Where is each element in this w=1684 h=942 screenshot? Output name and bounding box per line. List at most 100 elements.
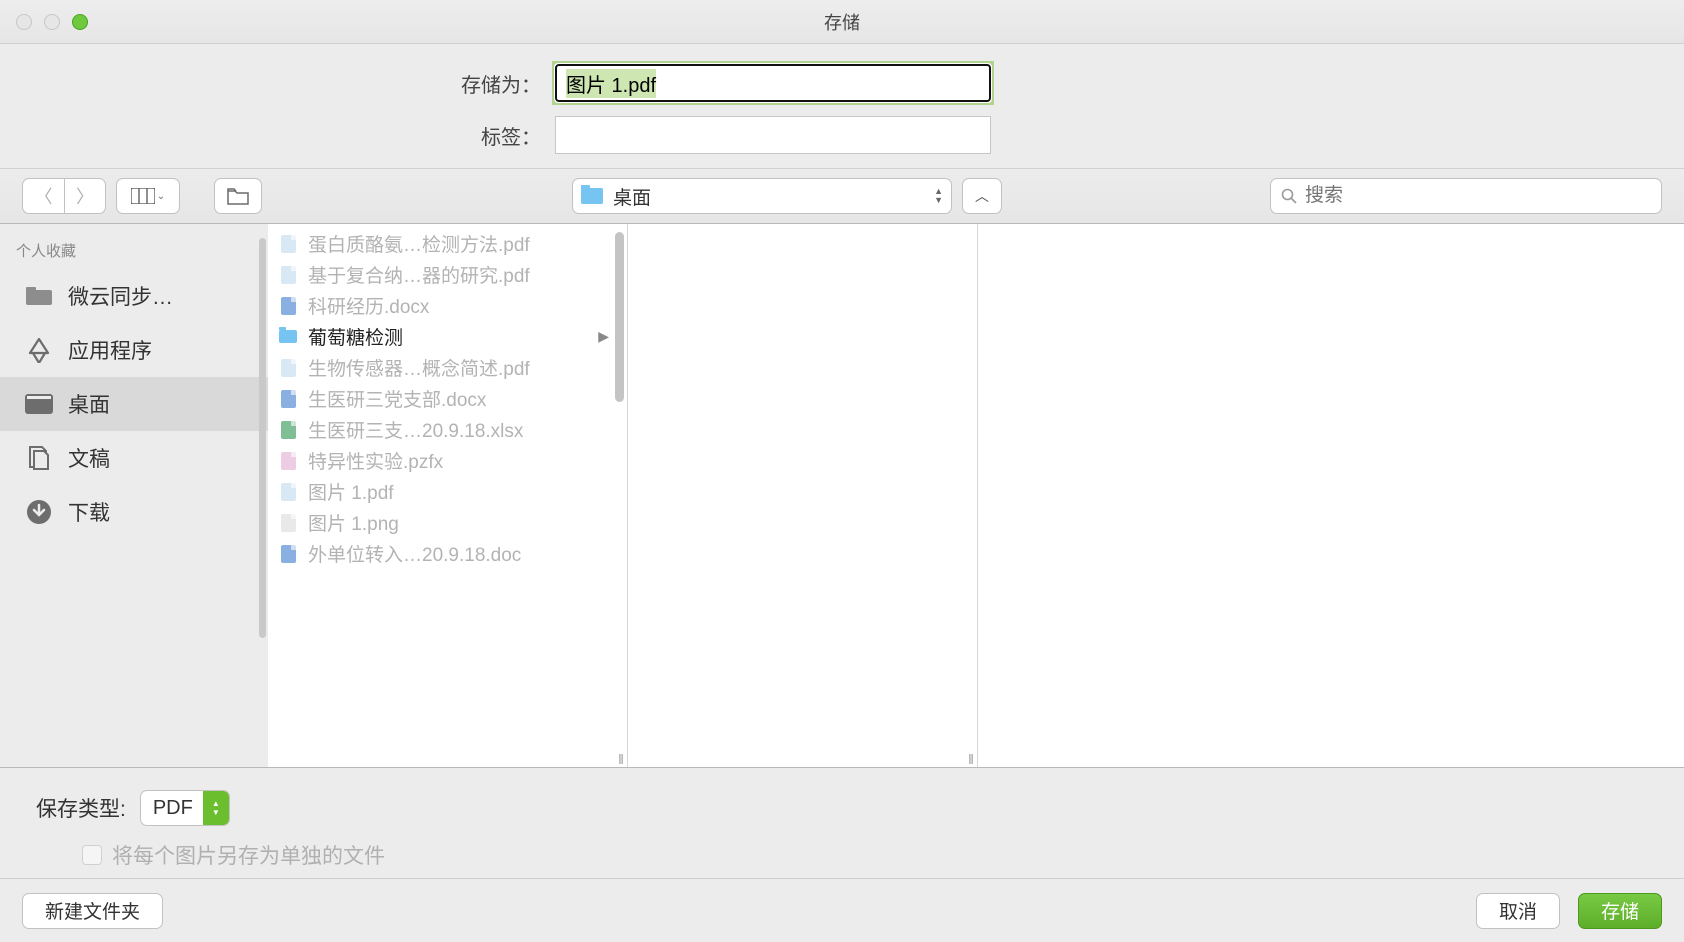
location-label: 桌面 <box>613 183 651 210</box>
file-name: 图片 1.pdf <box>308 478 394 505</box>
format-row: 保存类型: PDF ▲▼ <box>36 790 1648 826</box>
sidebar-item-4[interactable]: 下载 <box>0 485 268 539</box>
file-row[interactable]: 科研经历.docx <box>268 290 627 321</box>
footer: 新建文件夹 取消 存储 <box>0 878 1684 942</box>
xlsx-icon <box>278 420 298 440</box>
desktop-icon <box>24 392 54 416</box>
file-browser: 个人收藏 微云同步… 应用程序桌面文稿下载 蛋白质酪氨…检测方法.pdf 基于复合纳… <box>0 224 1684 768</box>
column-resize-handle[interactable]: ‖ <box>613 751 629 763</box>
file-column-1: 蛋白质酪氨…检测方法.pdf基于复合纳…器的研究.pdf科研经历.docx葡萄糖… <box>268 224 628 767</box>
format-value: PDF <box>153 797 193 820</box>
file-name: 基于复合纳…器的研究.pdf <box>308 261 530 288</box>
chevron-down-icon: ⌄ <box>157 191 165 202</box>
file-name: 生物传感器…概念简述.pdf <box>308 354 530 381</box>
file-name: 特异性实验.pzfx <box>308 447 443 474</box>
separate-files-row: 将每个图片另存为单独的文件 <box>36 840 1648 870</box>
docx-icon <box>278 389 298 409</box>
format-label: 保存类型: <box>36 793 126 823</box>
file-name: 蛋白质酪氨…检测方法.pdf <box>308 230 530 257</box>
file-row[interactable]: 生物传感器…概念简述.pdf <box>268 352 627 383</box>
chevron-right-icon: 〉 <box>76 183 94 209</box>
new-folder-button[interactable]: 新建文件夹 <box>22 893 163 929</box>
search-input[interactable] <box>1305 185 1651 207</box>
save-as-label: 存储为： <box>0 69 555 98</box>
nav-segment: 〈 〉 <box>22 178 106 214</box>
separate-files-label: 将每个图片另存为单独的文件 <box>112 840 385 870</box>
sidebar-item-label: 微云同步… <box>68 281 173 311</box>
file-row[interactable]: 图片 1.png <box>268 507 627 538</box>
file-row[interactable]: 图片 1.pdf <box>268 476 627 507</box>
select-stepper-icon: ▲▼ <box>203 790 229 826</box>
sidebar-item-0[interactable]: 微云同步… <box>0 269 268 323</box>
save-as-input[interactable] <box>555 64 991 102</box>
pdf-icon <box>278 358 298 378</box>
file-name: 葡萄糖检测 <box>308 323 403 350</box>
location-select[interactable]: 桌面 ▲▼ <box>572 178 952 214</box>
toolbar: 〈 〉 ⌄ 桌面 ▲▼ ︿ <box>0 168 1684 224</box>
chevron-right-icon: ▶ <box>598 328 609 345</box>
file-row[interactable]: 葡萄糖检测 ▶ <box>268 321 627 352</box>
tags-input[interactable] <box>555 116 991 154</box>
chevron-up-icon: ︿ <box>975 186 989 206</box>
window-controls <box>0 14 88 30</box>
search-icon <box>1281 188 1297 204</box>
format-bar: 保存类型: PDF ▲▼ 将每个图片另存为单独的文件 <box>0 768 1684 878</box>
file-name: 外单位转入…20.9.18.doc <box>308 540 521 567</box>
file-row[interactable]: 生医研三党支部.docx <box>268 383 627 414</box>
tags-label: 标签： <box>0 121 555 150</box>
file-row[interactable]: 基于复合纳…器的研究.pdf <box>268 259 627 290</box>
folder-icon <box>227 187 249 205</box>
file-name: 生医研三党支部.docx <box>308 385 486 412</box>
column-resize-handle[interactable]: ‖ <box>963 751 979 763</box>
columns-icon <box>131 188 155 204</box>
chevron-left-icon: 〈 <box>35 183 53 209</box>
sidebar-item-label: 下载 <box>68 497 110 527</box>
search-field[interactable] <box>1270 178 1662 214</box>
pzfx-icon <box>278 451 298 471</box>
file-row[interactable]: 特异性实验.pzfx <box>268 445 627 476</box>
stepper-icon: ▲▼ <box>934 187 943 205</box>
minimize-window-icon[interactable] <box>44 14 60 30</box>
sidebar: 个人收藏 微云同步… 应用程序桌面文稿下载 <box>0 224 268 767</box>
file-row[interactable]: 生医研三支…20.9.18.xlsx <box>268 414 627 445</box>
folder-icon <box>278 327 298 347</box>
zoom-window-icon[interactable] <box>72 14 88 30</box>
pdf-icon <box>278 482 298 502</box>
sidebar-scrollbar[interactable] <box>259 238 266 638</box>
apps-icon <box>24 338 54 362</box>
docx-icon <box>278 296 298 316</box>
file-row[interactable]: 蛋白质酪氨…检测方法.pdf <box>268 228 627 259</box>
sidebar-heading: 个人收藏 <box>0 240 268 269</box>
action-button[interactable] <box>214 178 262 214</box>
save-button[interactable]: 存储 <box>1578 893 1662 929</box>
sidebar-item-1[interactable]: 应用程序 <box>0 323 268 377</box>
separate-files-checkbox[interactable] <box>82 845 102 865</box>
close-window-icon[interactable] <box>16 14 32 30</box>
downloads-icon <box>24 500 54 524</box>
titlebar: 存储 <box>0 0 1684 44</box>
save-as-row: 存储为： <box>0 64 1684 102</box>
file-row[interactable]: 外单位转入…20.9.18.doc <box>268 538 627 569</box>
pdf-icon <box>278 265 298 285</box>
save-fields: 存储为： 标签： <box>0 44 1684 168</box>
sidebar-item-label: 应用程序 <box>68 335 152 365</box>
format-select[interactable]: PDF ▲▼ <box>140 790 230 826</box>
forward-button[interactable]: 〉 <box>64 178 106 214</box>
docs-icon <box>24 446 54 470</box>
file-column-3 <box>978 224 1684 767</box>
sidebar-item-label: 桌面 <box>68 389 110 419</box>
sidebar-item-label: 文稿 <box>68 443 110 473</box>
tags-row: 标签： <box>0 116 1684 154</box>
png-icon <box>278 513 298 533</box>
file-name: 图片 1.png <box>308 509 399 536</box>
sidebar-item-3[interactable]: 文稿 <box>0 431 268 485</box>
file-column-2: ‖ <box>628 224 978 767</box>
view-mode-button[interactable]: ⌄ <box>116 178 180 214</box>
pdf-icon <box>278 234 298 254</box>
collapse-button[interactable]: ︿ <box>962 178 1002 214</box>
back-button[interactable]: 〈 <box>22 178 64 214</box>
cancel-button[interactable]: 取消 <box>1476 893 1560 929</box>
column-scrollbar[interactable] <box>615 232 624 402</box>
file-name: 科研经历.docx <box>308 292 429 319</box>
sidebar-item-2[interactable]: 桌面 <box>0 377 268 431</box>
